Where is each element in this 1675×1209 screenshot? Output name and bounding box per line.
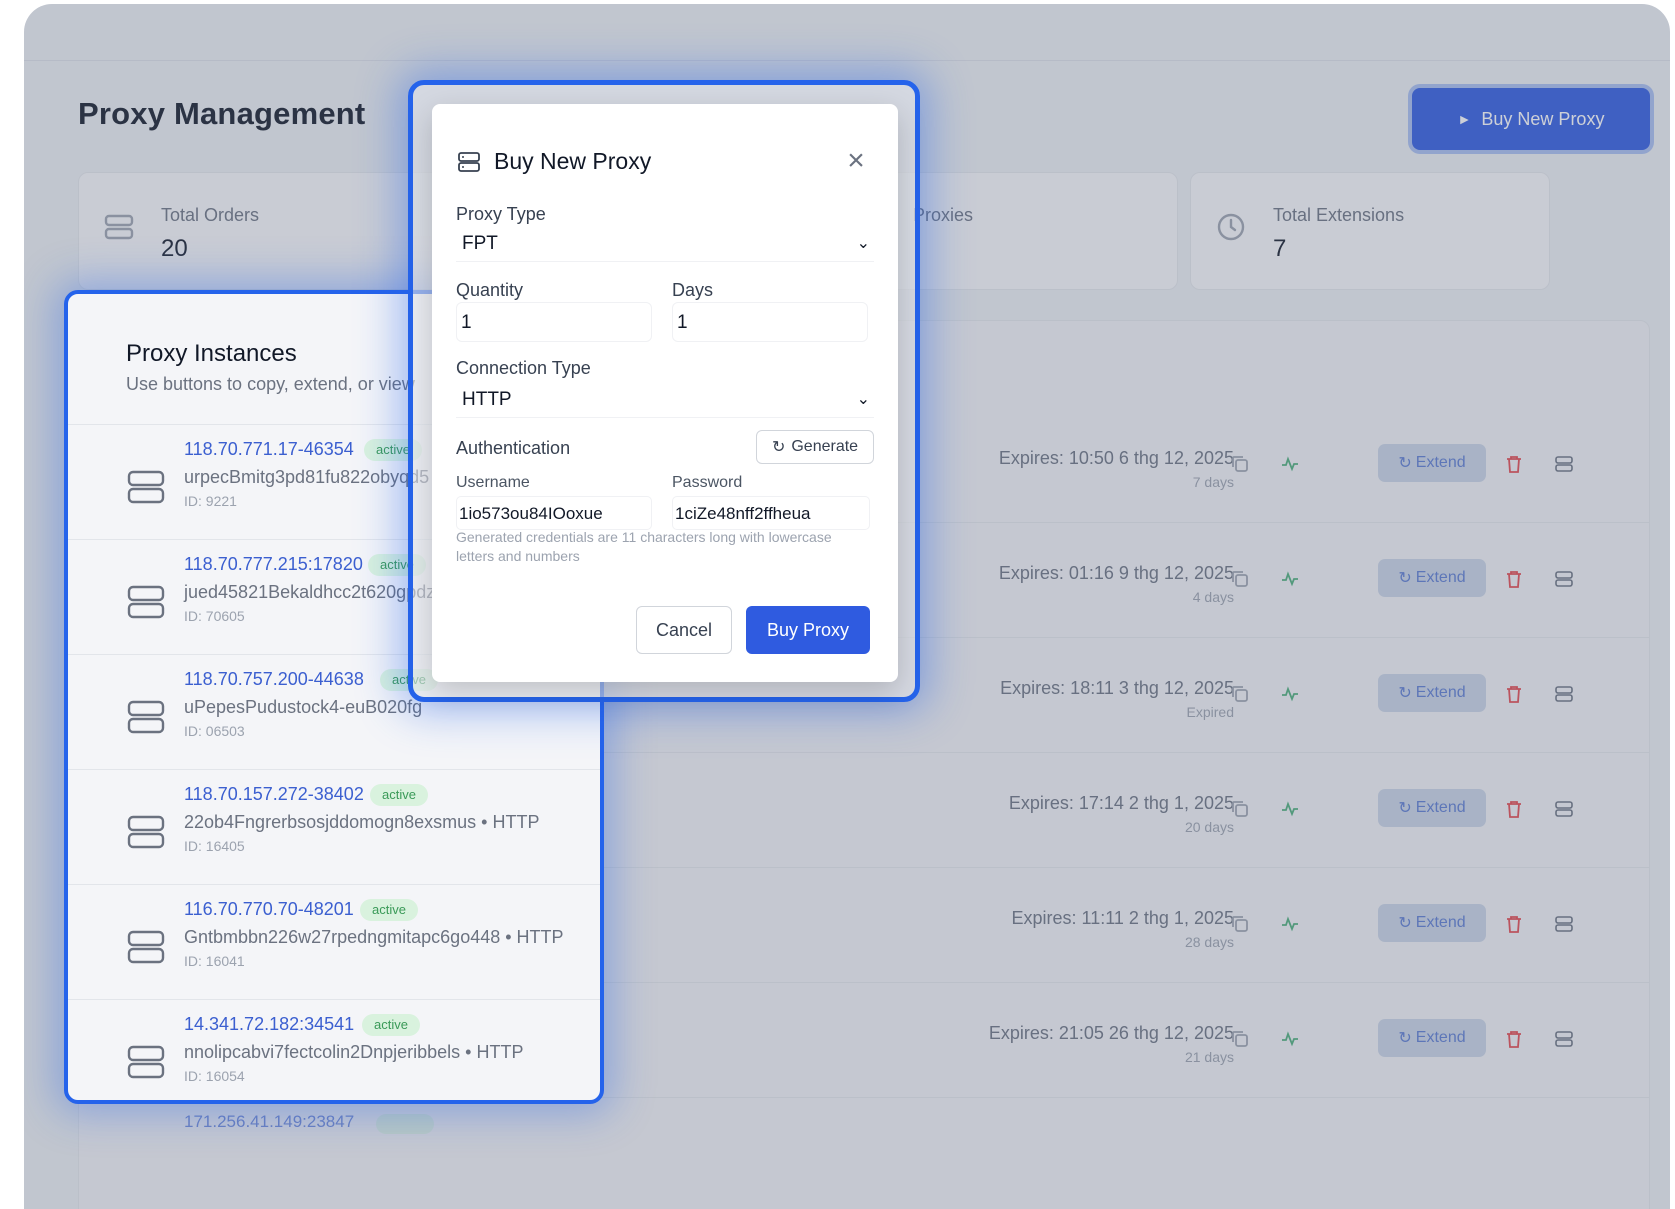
proxy-ip-link[interactable]: 118.70.777.215:17820 (184, 554, 363, 575)
status-badge: active (370, 784, 428, 806)
proxy-id: ID: 06503 (184, 723, 245, 739)
connection-type-select[interactable]: HTTP ⌄ (456, 382, 874, 418)
proxy-credentials: 22ob4Fngrerbsosjddomogn8exsmus • HTTP (184, 812, 540, 832)
proxy-type-value: FPT (462, 233, 498, 254)
generate-button[interactable]: ↻ Generate (756, 430, 874, 464)
generate-label: Generate (791, 438, 859, 455)
proxy-id: ID: 16405 (184, 838, 245, 854)
days-field[interactable]: 1 (672, 302, 868, 342)
username-field[interactable]: 1io573ou84IOoxue (456, 496, 652, 530)
server-icon (127, 1045, 165, 1079)
days-label: Days (672, 280, 714, 300)
proxy-id: ID: 70605 (184, 608, 245, 624)
proxy-ip-link[interactable]: 116.70.770.70-48201 (184, 899, 354, 920)
proxy-ip-link[interactable]: 118.70.757.200-44638 (184, 669, 364, 690)
instance-row: 118.70.157.272-38402 active 22ob4Fngrerb… (68, 769, 600, 884)
quantity-label: Quantity (456, 280, 524, 300)
server-icon (127, 815, 165, 849)
proxy-ip-link[interactable]: 14.341.72.182:34541 (184, 1014, 354, 1035)
chevron-down-icon: ⌄ (856, 235, 870, 252)
buy-proxy-button[interactable]: Buy Proxy (746, 606, 870, 654)
proxy-ip-link[interactable]: 118.70.157.272-38402 (184, 784, 364, 805)
quantity-field[interactable]: 1 (456, 302, 652, 342)
buy-new-proxy-dialog: Buy New Proxy × Proxy Type FPT ⌄ Quantit… (432, 104, 898, 682)
proxy-id: ID: 16054 (184, 1068, 245, 1084)
proxy-type-label: Proxy Type (456, 204, 546, 224)
connection-type-label: Connection Type (456, 358, 591, 378)
proxy-type-select[interactable]: FPT ⌄ (456, 226, 874, 262)
proxy-credentials: Gntbmbbn226w27rpedngmitapc6go448 • HTTP (184, 927, 564, 947)
proxy-credentials: nnolipcabvi7fectcolin2Dnpjeribbels • HTT… (184, 1042, 524, 1062)
password-field[interactable]: 1ciZe48nff2ffheua (672, 496, 870, 530)
instance-row: 14.341.72.182:34541 active nnolipcabvi7f… (68, 999, 600, 1100)
password-label: Password (672, 474, 743, 491)
refresh-icon: ↻ (771, 439, 786, 456)
server-icon (458, 152, 480, 172)
server-icon (127, 470, 165, 504)
proxy-credentials: urpecBmitg3pd81fu822obyqd5 (184, 467, 430, 487)
instances-description: Use buttons to copy, extend, or view (126, 374, 415, 394)
chevron-down-icon: ⌄ (856, 391, 870, 408)
instances-title: Proxy Instances (126, 340, 297, 367)
proxy-id: ID: 9221 (184, 493, 237, 509)
authentication-label: Authentication (456, 438, 571, 458)
instance-row: 116.70.770.70-48201 active Gntbmbbn226w2… (68, 884, 600, 999)
close-icon[interactable]: × (844, 146, 868, 176)
username-label: Username (456, 474, 530, 491)
server-icon (127, 930, 165, 964)
proxy-credentials: uPepesPudustock4-euB020fg (184, 697, 423, 717)
connection-type-value: HTTP (462, 389, 512, 410)
cancel-button[interactable]: Cancel (636, 606, 732, 654)
proxy-credentials: jued45821Bekaldhcc2t620gpdz3 (184, 582, 446, 602)
credentials-help-text: Generated credentials are 11 characters … (456, 529, 832, 564)
status-badge: active (362, 1014, 420, 1036)
server-icon (127, 700, 165, 734)
server-icon (127, 585, 165, 619)
proxy-id: ID: 16041 (184, 953, 245, 969)
dialog-title: Buy New Proxy (494, 148, 652, 174)
proxy-ip-link[interactable]: 118.70.771.17-46354 (184, 439, 354, 460)
status-badge: active (360, 899, 418, 921)
